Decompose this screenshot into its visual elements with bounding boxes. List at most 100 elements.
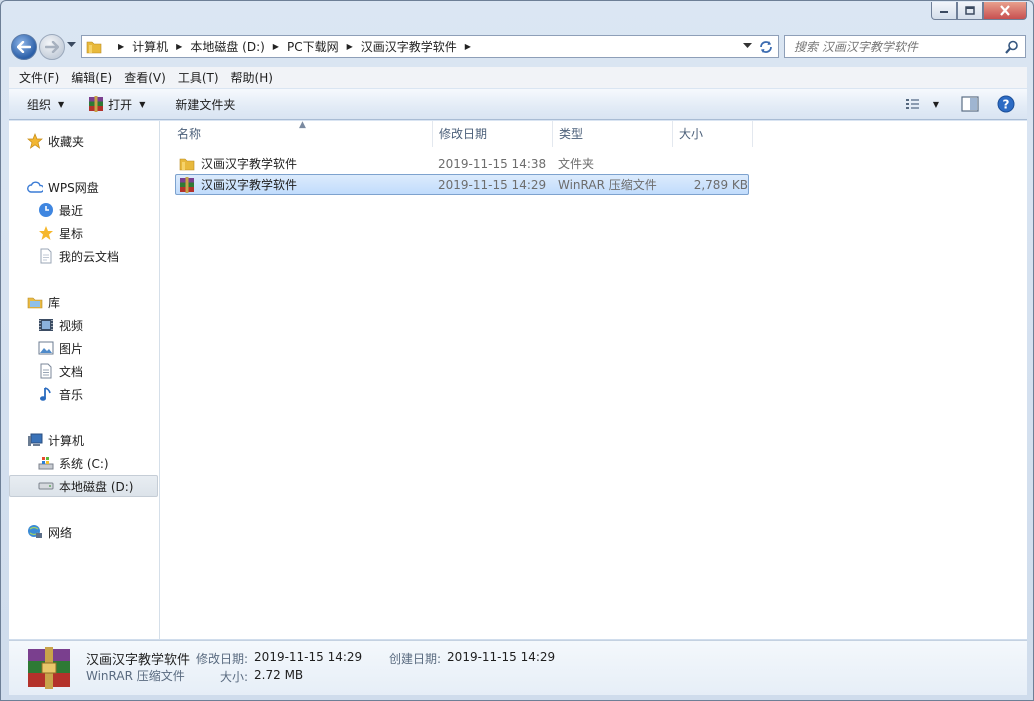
nav-wps-cloud[interactable]: WPS网盘 (27, 177, 99, 197)
menu-file[interactable]: 文件(F) (13, 69, 65, 86)
nav-documents[interactable]: 文档 (38, 361, 83, 381)
search-box[interactable] (784, 35, 1026, 58)
nav-drive-c[interactable]: 系统 (C:) (38, 453, 109, 473)
file-date: 2019-11-15 14:29 (438, 177, 547, 192)
clock-icon (39, 203, 53, 217)
help-icon[interactable]: ? (997, 95, 1015, 113)
network-icon (28, 525, 42, 538)
details-size: 大小: 2.72 MB (220, 668, 304, 684)
maximize-button[interactable] (957, 2, 983, 20)
column-label: 大小 (679, 127, 704, 141)
menu-edit[interactable]: 编辑(E) (65, 69, 118, 86)
column-header-name[interactable]: ▲ 名称 (161, 120, 433, 147)
open-label: 打开 (108, 97, 133, 112)
music-icon (40, 387, 51, 401)
nav-videos[interactable]: 视频 (38, 315, 83, 335)
column-headers: ▲ 名称 修改日期 类型 大小 (161, 120, 753, 147)
back-button[interactable] (11, 34, 37, 60)
nav-label: 音乐 (59, 387, 84, 402)
organize-button[interactable]: 组织 ▼ (19, 89, 72, 119)
menu-help[interactable]: 帮助(H) (225, 69, 279, 86)
breadcrumb-item[interactable]: PC下载网 ▶ (287, 38, 353, 55)
nav-label: 星标 (59, 226, 84, 241)
file-row[interactable]: 汉画汉字教学软件 2019-11-15 14:29 WinRAR 压缩文件 2,… (175, 174, 749, 195)
recent-pages-dropdown-icon[interactable] (67, 42, 76, 48)
forward-button[interactable] (39, 34, 65, 60)
minimize-button[interactable] (931, 2, 957, 20)
nav-music[interactable]: 音乐 (38, 384, 83, 404)
file-type: 文件夹 (558, 157, 595, 171)
maximize-icon (965, 6, 975, 15)
nav-label: 系统 (C:) (59, 456, 109, 471)
search-icon[interactable] (1005, 40, 1019, 54)
refresh-icon[interactable] (758, 39, 774, 55)
breadcrumb-item[interactable]: 计算机 ▶ (132, 38, 182, 55)
chevron-down-icon: ▼ (932, 99, 939, 109)
winrar-icon (180, 176, 194, 193)
folder-icon (179, 158, 195, 170)
winrar-icon (28, 647, 70, 689)
computer-icon (28, 433, 43, 446)
arrow-right-icon (45, 41, 59, 53)
search-input[interactable] (794, 39, 1004, 54)
document-icon (40, 363, 52, 379)
change-view-button[interactable]: ▼ (905, 97, 939, 111)
arrow-left-icon (17, 41, 31, 53)
details-file-type: WinRAR 压缩文件 (86, 669, 185, 683)
view-controls: ▼ ? (891, 95, 1015, 113)
nav-computer[interactable]: 计算机 (27, 430, 84, 450)
nav-libraries[interactable]: 库 (27, 292, 60, 312)
details-created: 创建日期: 2019-11-15 14:29 (389, 650, 556, 666)
close-button[interactable] (983, 2, 1027, 20)
file-name: 汉画汉字教学软件 (201, 157, 298, 171)
address-dropdown-icon[interactable] (743, 43, 752, 49)
column-header-size[interactable]: 大小 (673, 121, 753, 147)
nav-cloud-docs[interactable]: 我的云文档 (38, 246, 119, 266)
file-list-pane: ▲ 名称 修改日期 类型 大小 汉画汉字教学软件 2019-11-15 14:3… (161, 120, 1027, 639)
new-folder-button[interactable]: 新建文件夹 (167, 89, 243, 119)
column-label: 名称 (177, 127, 202, 141)
star-icon (27, 133, 43, 149)
details-pane: 汉画汉字教学软件 WinRAR 压缩文件 修改日期: 2019-11-15 14:… (9, 640, 1027, 695)
nav-label: 文档 (59, 364, 84, 379)
nav-label: 我的云文档 (59, 249, 120, 264)
menu-view[interactable]: 查看(V) (118, 69, 172, 86)
new-folder-label: 新建文件夹 (175, 97, 236, 112)
nav-label: 库 (48, 295, 61, 310)
nav-label: 计算机 (48, 433, 85, 448)
details-modified: 修改日期: 2019-11-15 14:29 (196, 650, 363, 666)
column-header-type[interactable]: 类型 (553, 121, 673, 147)
nav-label: 最近 (59, 203, 84, 218)
column-header-date[interactable]: 修改日期 (433, 121, 553, 147)
nav-label: WPS网盘 (48, 180, 99, 195)
breadcrumb-item[interactable]: 本地磁盘 (D:) ▶ (190, 38, 279, 55)
nav-pictures[interactable]: 图片 (38, 338, 83, 358)
close-icon (1000, 5, 1010, 16)
breadcrumb-item[interactable]: 汉画汉字教学软件 ▶ (361, 38, 471, 55)
file-row[interactable]: 汉画汉字教学软件 2019-11-15 14:38 文件夹 (175, 153, 749, 174)
file-size: 2,789 KB (693, 177, 748, 192)
nav-favorites[interactable]: 收藏夹 (27, 131, 84, 151)
breadcrumb-root-arrow[interactable]: ▶ (110, 42, 124, 51)
sort-ascending-icon: ▲ (299, 120, 306, 130)
star-icon (39, 226, 53, 240)
system-drive-icon (38, 457, 54, 470)
details-file-name: 汉画汉字教学软件 (86, 653, 191, 668)
menu-tools[interactable]: 工具(T) (172, 69, 225, 86)
nav-recent[interactable]: 最近 (38, 200, 83, 220)
open-button[interactable]: 打开 ▼ (80, 89, 153, 119)
picture-icon (38, 341, 54, 355)
preview-pane-icon[interactable] (961, 96, 979, 112)
content-area: 收藏夹 WPS网盘 最近 星标 我的云文档 库 视频 图片 文档 音乐 计算机 … (9, 120, 1027, 639)
drive-icon (38, 482, 54, 490)
command-bar: 组织 ▼ 打开 ▼ 新建文件夹 ▼ ? (9, 89, 1027, 120)
caption-buttons (931, 2, 1027, 20)
nav-drive-d[interactable]: 本地磁盘 (D:) (9, 475, 158, 497)
nav-network[interactable]: 网络 (27, 522, 72, 542)
details-view-icon (905, 99, 919, 109)
video-icon (39, 319, 53, 331)
address-bar[interactable]: ▶ 计算机 ▶ 本地磁盘 (D:) ▶ PC下载网 ▶ 汉画汉字教学软件 ▶ (81, 35, 779, 58)
nav-label: 图片 (59, 341, 84, 356)
cloud-icon (27, 181, 43, 193)
nav-starred[interactable]: 星标 (38, 223, 83, 243)
